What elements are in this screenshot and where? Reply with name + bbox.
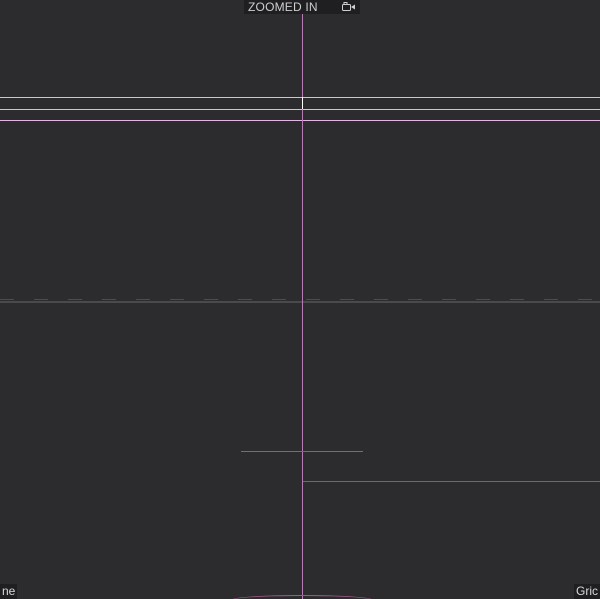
selection-ellipse	[231, 595, 373, 599]
camera-icon[interactable]	[341, 2, 356, 12]
horizon-dash-line	[0, 299, 600, 300]
guide-line-horizontal-1	[0, 97, 600, 98]
guide-line-horizontal-3	[0, 120, 600, 121]
bottom-left-label[interactable]: ne	[0, 584, 18, 599]
guide-line-vertical	[302, 0, 303, 599]
viewport-mode-badge[interactable]: ZOOMED IN	[244, 0, 360, 14]
blue-axis-segment	[241, 451, 363, 452]
guide-marker	[302, 97, 303, 109]
guide-line-horizontal-2	[0, 109, 600, 110]
red-axis-segment	[303, 481, 600, 482]
horizon-line	[0, 301, 600, 303]
viewport-mode-label: ZOOMED IN	[248, 0, 318, 14]
viewport-canvas[interactable]: ZOOMED IN ne Gric	[0, 0, 600, 599]
grid-toggle-label[interactable]: Gric	[574, 584, 600, 599]
